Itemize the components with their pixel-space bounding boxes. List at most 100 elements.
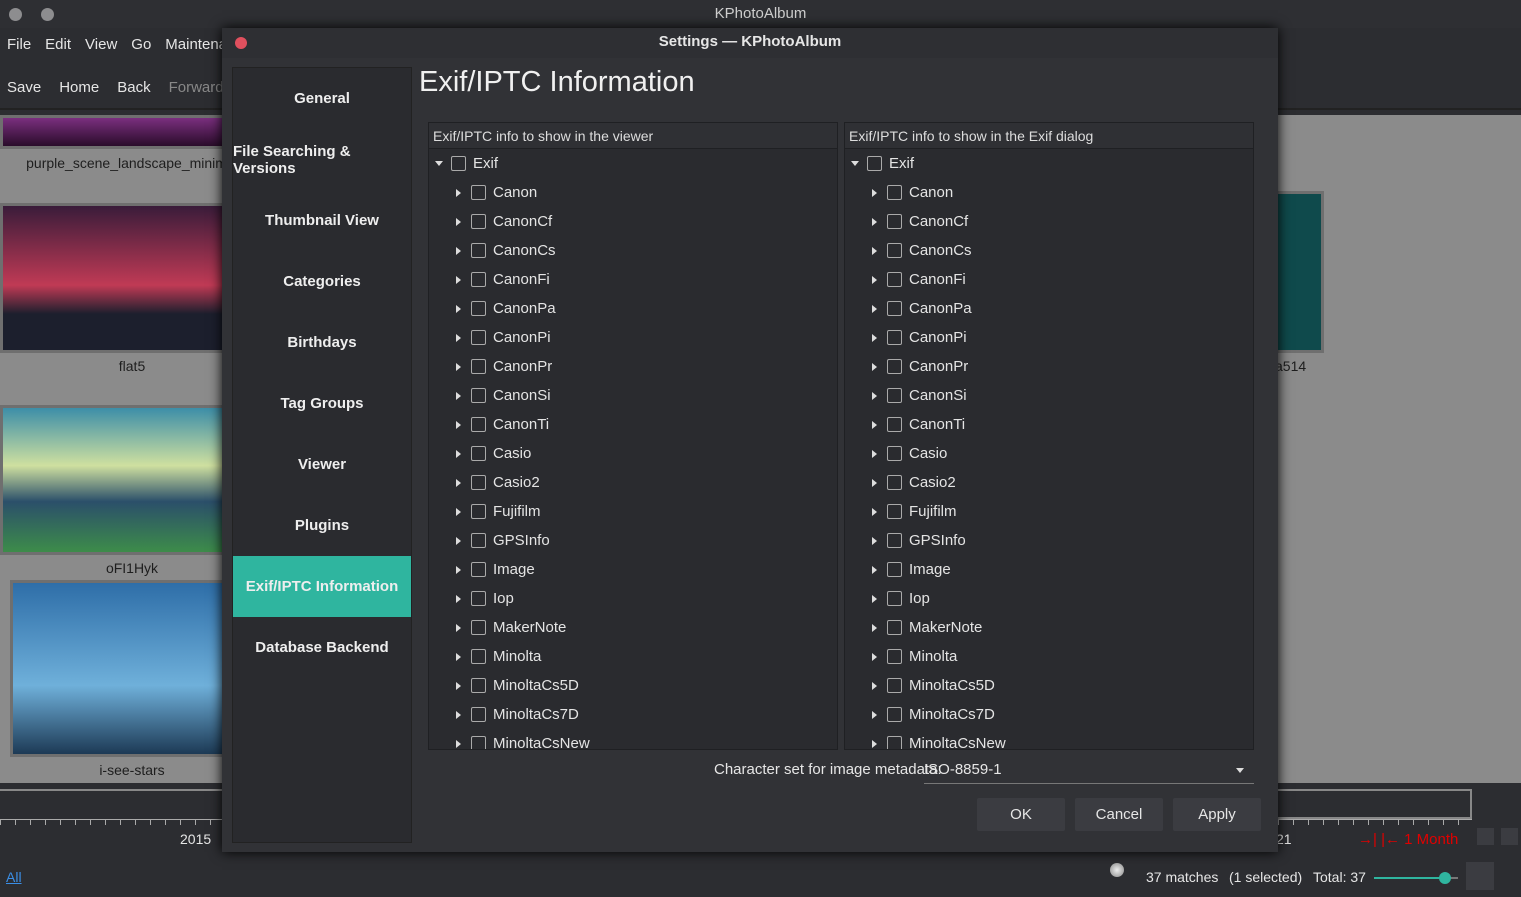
tree-item[interactable]: CanonPr — [845, 352, 1253, 381]
checkbox[interactable] — [887, 214, 902, 229]
tree-item[interactable]: CanonCs — [429, 236, 837, 265]
tree-item[interactable]: CanonCf — [845, 207, 1253, 236]
expand-arrow-icon[interactable] — [872, 681, 877, 690]
checkbox[interactable] — [887, 301, 902, 316]
menu-go[interactable]: Go — [124, 30, 158, 60]
expand-arrow-icon[interactable] — [456, 217, 461, 226]
nav-item[interactable]: Database Backend — [233, 617, 411, 678]
expand-arrow-icon[interactable] — [456, 362, 461, 371]
filter-all-link[interactable]: All — [6, 869, 22, 885]
ok-button[interactable]: OK — [977, 798, 1065, 831]
nav-item[interactable]: Exif/IPTC Information — [233, 556, 411, 617]
checkbox[interactable] — [471, 243, 486, 258]
tree-item[interactable]: MakerNote — [845, 613, 1253, 642]
checkbox[interactable] — [887, 330, 902, 345]
nav-item[interactable]: Birthdays — [233, 312, 411, 373]
checkbox[interactable] — [887, 736, 902, 749]
checkbox[interactable] — [471, 707, 486, 722]
tree-item[interactable]: Casio — [845, 439, 1253, 468]
checkbox[interactable] — [887, 475, 902, 490]
dialog-close-button[interactable] — [235, 37, 247, 49]
thumbnail-image[interactable] — [0, 115, 225, 149]
expand-arrow-icon[interactable] — [872, 449, 877, 458]
expand-arrow-icon[interactable] — [872, 507, 877, 516]
thumbnail-image[interactable] — [0, 203, 225, 353]
slider-handle[interactable] — [1439, 872, 1452, 884]
expand-arrow-icon[interactable] — [872, 420, 877, 429]
expand-arrow-icon[interactable] — [456, 739, 461, 748]
expand-arrow-icon[interactable] — [456, 449, 461, 458]
expand-arrow-icon[interactable] — [456, 594, 461, 603]
tree-item[interactable]: CanonFi — [845, 265, 1253, 294]
tree-item[interactable]: MinoltaCsNew — [429, 729, 837, 749]
expand-arrow-icon[interactable] — [872, 536, 877, 545]
checkbox[interactable] — [471, 330, 486, 345]
window-minimize-button[interactable] — [41, 8, 54, 21]
expand-arrow-icon[interactable] — [872, 275, 877, 284]
checkbox[interactable] — [887, 243, 902, 258]
menu-edit[interactable]: Edit — [38, 30, 78, 60]
expand-arrow-icon[interactable] — [872, 333, 877, 342]
checkbox[interactable] — [887, 678, 902, 693]
expand-arrow-icon[interactable] — [456, 681, 461, 690]
tree-item[interactable]: Image — [429, 555, 837, 584]
tree-item[interactable]: CanonPi — [845, 323, 1253, 352]
tree-item[interactable]: MinoltaCs7D — [845, 700, 1253, 729]
expand-arrow-icon[interactable] — [872, 188, 877, 197]
collapse-arrow-icon[interactable] — [435, 161, 443, 166]
checkbox[interactable] — [887, 649, 902, 664]
checkbox[interactable] — [471, 504, 486, 519]
checkbox[interactable] — [887, 533, 902, 548]
expand-arrow-icon[interactable] — [456, 333, 461, 342]
collapse-arrow-icon[interactable] — [851, 161, 859, 166]
tree-item[interactable]: GPSInfo — [429, 526, 837, 555]
expand-arrow-icon[interactable] — [456, 623, 461, 632]
expand-arrow-icon[interactable] — [872, 565, 877, 574]
tree-item[interactable]: Canon — [429, 178, 837, 207]
tree-item[interactable]: MakerNote — [429, 613, 837, 642]
save-button[interactable]: Save — [0, 70, 48, 108]
tree-item[interactable]: Fujifilm — [845, 497, 1253, 526]
expand-arrow-icon[interactable] — [872, 246, 877, 255]
checkbox[interactable] — [471, 533, 486, 548]
tree-item[interactable]: Casio2 — [845, 468, 1253, 497]
menu-file[interactable]: File — [0, 30, 38, 60]
tree-item[interactable]: Casio — [429, 439, 837, 468]
expand-arrow-icon[interactable] — [456, 420, 461, 429]
expand-arrow-icon[interactable] — [456, 188, 461, 197]
expand-arrow-icon[interactable] — [872, 652, 877, 661]
tree-item[interactable]: Minolta — [429, 642, 837, 671]
expand-arrow-icon[interactable] — [456, 478, 461, 487]
tree-item[interactable]: MinoltaCs5D — [429, 671, 837, 700]
tree-item[interactable]: MinoltaCsNew — [845, 729, 1253, 749]
checkbox[interactable] — [887, 272, 902, 287]
cancel-button[interactable]: Cancel — [1075, 798, 1163, 831]
checkbox[interactable] — [451, 156, 466, 171]
tree-item[interactable]: GPSInfo — [845, 526, 1253, 555]
tree-item[interactable]: CanonPa — [429, 294, 837, 323]
charset-select[interactable]: ISO-8859-1 — [924, 758, 1254, 784]
checkbox[interactable] — [887, 359, 902, 374]
checkbox[interactable] — [471, 359, 486, 374]
expand-arrow-icon[interactable] — [872, 739, 877, 748]
viewer-exif-tree[interactable]: Exif/IPTC info to show in the viewer Exi… — [428, 122, 838, 750]
nav-item[interactable]: File Searching & Versions — [233, 129, 411, 190]
apply-button[interactable]: Apply — [1173, 798, 1261, 831]
status-button[interactable] — [1466, 862, 1494, 890]
tree-item[interactable]: Image — [845, 555, 1253, 584]
nav-item[interactable]: Plugins — [233, 495, 411, 556]
checkbox[interactable] — [887, 388, 902, 403]
tree-item[interactable]: Canon — [845, 178, 1253, 207]
checkbox[interactable] — [887, 185, 902, 200]
checkbox[interactable] — [887, 504, 902, 519]
tree-item[interactable]: CanonPr — [429, 352, 837, 381]
zoom-in-button[interactable] — [1477, 828, 1494, 845]
expand-arrow-icon[interactable] — [872, 623, 877, 632]
checkbox[interactable] — [471, 388, 486, 403]
nav-item[interactable]: Thumbnail View — [233, 190, 411, 251]
thumbnail-image[interactable] — [0, 405, 225, 555]
expand-arrow-icon[interactable] — [456, 652, 461, 661]
expand-arrow-icon[interactable] — [872, 217, 877, 226]
expand-arrow-icon[interactable] — [456, 275, 461, 284]
checkbox[interactable] — [471, 185, 486, 200]
